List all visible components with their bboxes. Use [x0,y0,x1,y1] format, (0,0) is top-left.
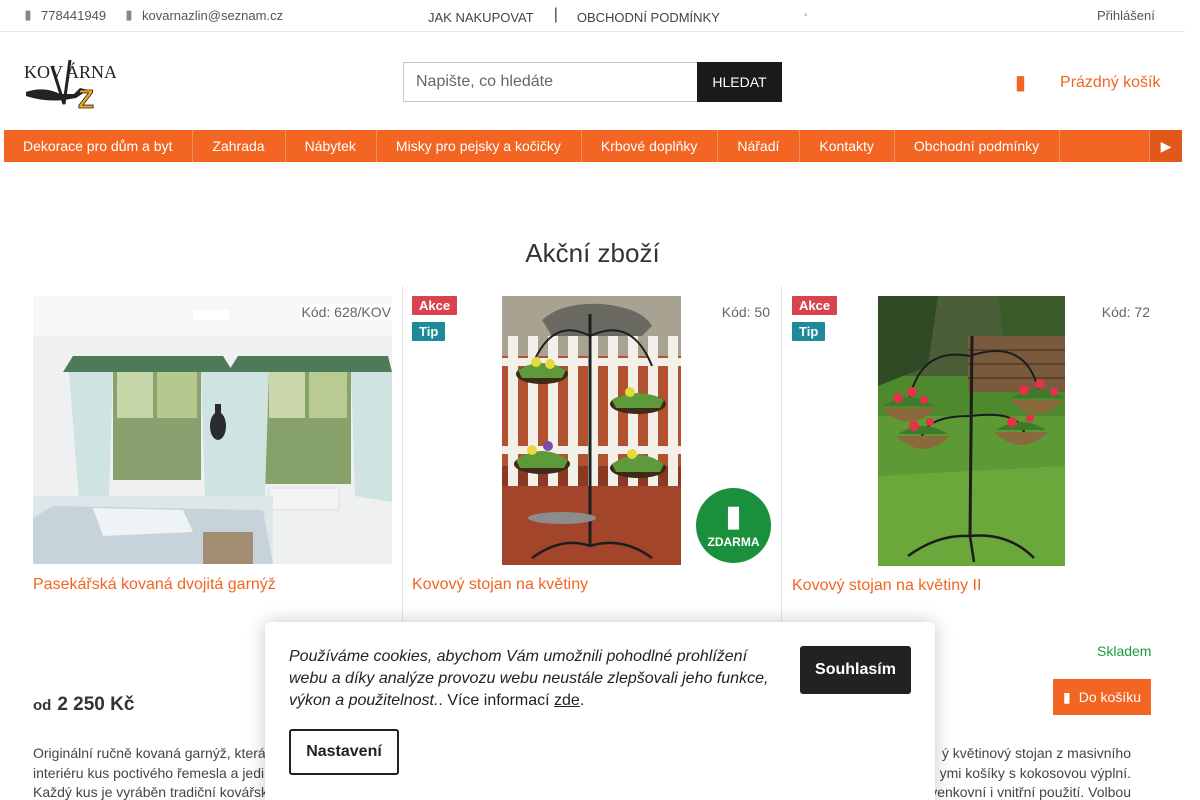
product-name[interactable]: Pasekářská kovaná dvojitá garnýž [33,576,276,594]
nav-item-pet-bowls[interactable]: Misky pro pejsky a kočičky [377,130,582,162]
nav-item-contacts[interactable]: Kontakty [800,130,895,162]
top-links: JAK NAKUPOVAT | OBCHODNÍ PODMÍNKY [428,6,720,26]
nav-item-furniture[interactable]: Nábytek [286,130,377,162]
sale-badge: Akce [792,296,838,315]
tip-badge: Tip [792,322,826,341]
link-separator: | [553,6,558,23]
product-code: Kód: 628/KOV [300,304,392,320]
price-value: 2 250 Kč [57,694,135,715]
chevron-icon[interactable]: ▶ [1149,130,1182,162]
product-name[interactable]: Kovový stojan na květiny II [792,577,981,595]
truck-icon: ▮ [725,500,742,533]
tip-badge: Tip [412,322,446,341]
search-button[interactable]: HLEDAT [697,62,782,102]
top-bar: ▮ 778441949 ▮ kovarnazlin@seznam.cz JAK … [0,0,1185,32]
cookie-more-suffix: . [579,692,585,709]
section-title: Akční zboží [525,238,660,268]
free-shipping-badge: ▮ ZDARMA [696,488,771,563]
cookie-more-link[interactable]: zde [554,692,580,709]
stock-status: Skladem [1097,643,1152,659]
nav-item-garden[interactable]: Zahrada [193,130,286,162]
cart-link[interactable]: ▮ Prázdný košík [1015,70,1161,95]
product-image[interactable] [878,296,1065,566]
nav-item-tools[interactable]: Nářadí [718,130,801,162]
cookie-more-prefix: . Více informací [438,692,555,709]
cart-icon: ▮ [1015,72,1027,94]
link-how-to-buy[interactable]: JAK NAKUPOVAT [428,10,534,25]
free-shipping-label: ZDARMA [707,535,760,549]
cart-small-icon: ▮ [1063,688,1071,705]
link-terms[interactable]: OBCHODNÍ PODMÍNKY [577,10,720,25]
product-image[interactable] [502,296,681,565]
search-input[interactable] [403,62,697,102]
product-code: Kód: 50 [720,304,771,320]
product-name[interactable]: Kovový stojan na květiny [412,576,588,594]
product-code: Kód: 72 [1100,304,1151,320]
site-logo[interactable]: KOV ÁRNA Z [24,50,116,110]
product-image[interactable] [33,296,392,564]
nav-item-decor[interactable]: Dekorace pro dům a byt [4,130,194,162]
add-to-cart-button[interactable]: ▮ Do košíku [1053,679,1151,715]
phone-number[interactable]: 778441949 [41,8,106,23]
price-prefix: od [33,697,52,714]
cookie-accept-button[interactable]: Souhlasím [800,646,911,694]
phone-contact[interactable]: ▮ 778441949 [24,7,106,23]
phone-icon: ▮ [24,7,32,22]
email-contact[interactable]: ▮ kovarnazlin@seznam.cz [125,7,283,23]
cookie-settings-button[interactable]: Nastavení [289,729,399,775]
nav-item-terms[interactable]: Obchodní podmínky [895,130,1061,162]
cookie-banner: Používáme cookies, abychom Vám umožnili … [265,622,935,800]
login-link[interactable]: Přihlášení [1097,8,1155,23]
nav-item-fireplace[interactable]: Krbové doplňky [582,130,719,162]
logo-text-arna: ÁRNA [66,61,116,82]
cookie-text: Používáme cookies, abychom Vám umožnili … [289,646,789,712]
logo-z-letter: Z [78,84,94,110]
add-to-cart-label: Do košíku [1078,689,1141,705]
search-bar: HLEDAT [403,62,782,102]
email-address[interactable]: kovarnazlin@seznam.cz [142,8,283,23]
product-price: od 2 250 Kč [33,694,134,716]
language-icon[interactable]: ▫ [804,10,808,21]
mail-icon: ▮ [125,7,133,22]
sale-badge: Akce [412,296,458,315]
cart-label: Prázdný košík [1060,73,1161,91]
main-navigation: Dekorace pro dům a byt Zahrada Nábytek M… [4,130,1182,162]
